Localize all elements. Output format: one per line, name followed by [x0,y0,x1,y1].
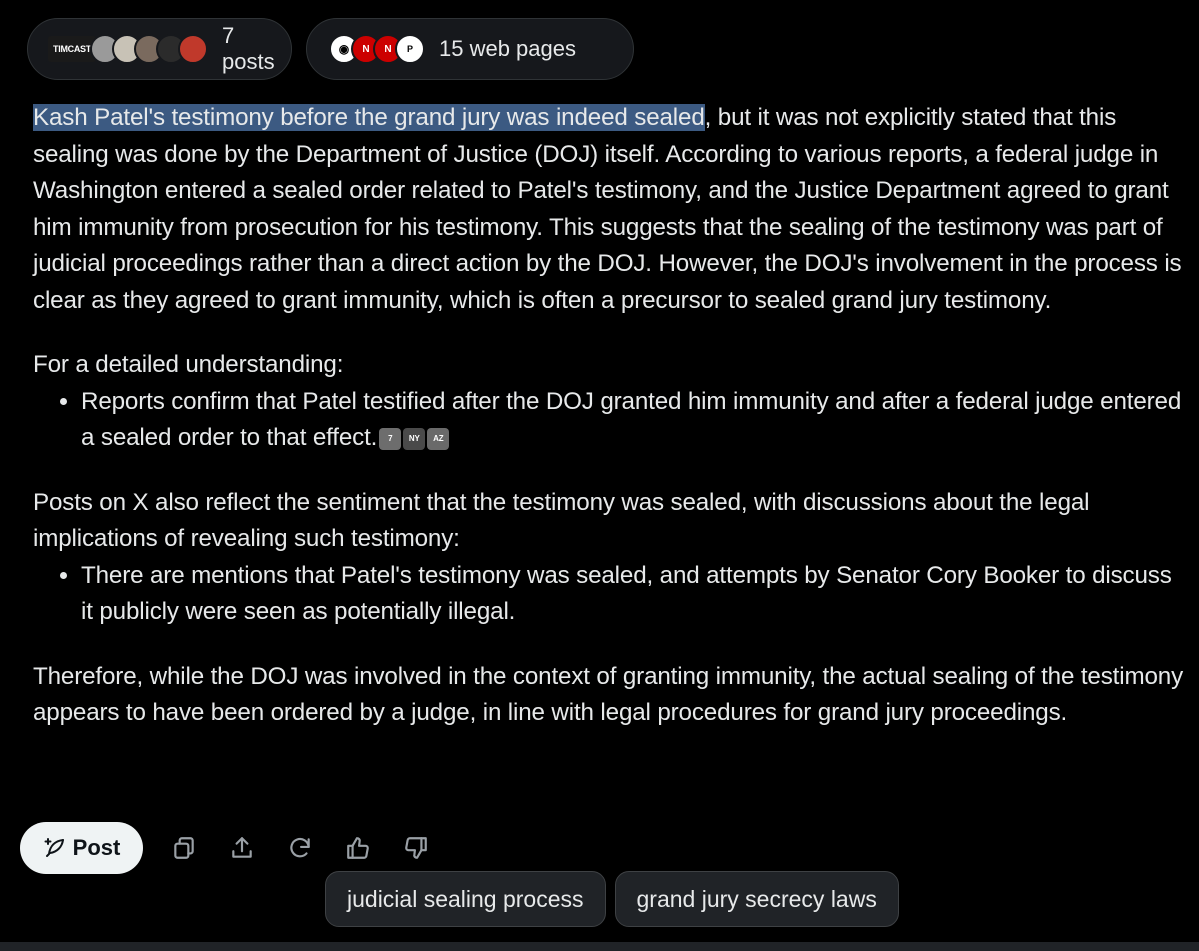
answer-body: Kash Patel's testimony before the grand … [33,100,1188,732]
list-item: There are mentions that Patel's testimon… [81,558,1188,631]
web-pages-count-label: 15 web pages [439,36,576,61]
share-icon[interactable] [223,829,261,867]
suggestion-chip[interactable]: grand jury secrecy laws [614,871,899,927]
action-bar: Post [20,822,435,874]
bullet-list: Reports confirm that Patel testified aft… [33,384,1188,457]
web-sources-chip[interactable]: ◉ N N P 15 web pages [306,18,634,80]
answer-paragraph: Kash Patel's testimony before the grand … [33,100,1188,319]
answer-paragraph: Posts on X also reflect the sentiment th… [33,488,1090,553]
suggested-followups: judicial sealing process grand jury secr… [325,871,899,927]
web-icon-stack: ◉ N N P [329,34,425,64]
sparkle-feather-icon [44,838,64,857]
nbc-logo-icon: P [395,34,425,64]
posts-count-label: 7 posts [222,23,275,74]
answer-paragraph-text: , but it was not explicitly stated that … [33,104,1182,314]
answer-paragraph: Therefore, while the DOJ was involved in… [33,662,1184,727]
answer-paragraph: For a detailed understanding: [33,351,344,378]
list-item: Reports confirm that Patel testified aft… [81,384,1188,457]
avatar-icon [178,34,208,64]
list-item-text: Reports confirm that Patel testified aft… [81,387,1182,452]
bullet-list: There are mentions that Patel's testimon… [33,558,1188,631]
regenerate-icon[interactable] [281,829,319,867]
citation-icon[interactable]: NY [403,427,426,450]
thumbs-up-icon[interactable] [339,829,377,867]
bottom-divider [0,942,1199,951]
selected-text-highlight: Kash Patel's testimony before the grand … [33,104,705,131]
posts-sources-chip[interactable]: TIMCAST 7 posts [27,18,292,80]
copy-icon[interactable] [165,829,203,867]
posts-icon-stack: TIMCAST [46,34,208,64]
suggestion-chip[interactable]: judicial sealing process [325,871,606,927]
citation-icon[interactable]: 7 [379,427,402,450]
post-button[interactable]: Post [20,822,143,874]
post-button-label: Post [72,835,121,860]
sources-row: TIMCAST 7 posts ◉ N N P 15 web pages [27,18,634,80]
citation-icon[interactable]: AZ [427,427,450,450]
thumbs-down-icon[interactable] [397,829,435,867]
